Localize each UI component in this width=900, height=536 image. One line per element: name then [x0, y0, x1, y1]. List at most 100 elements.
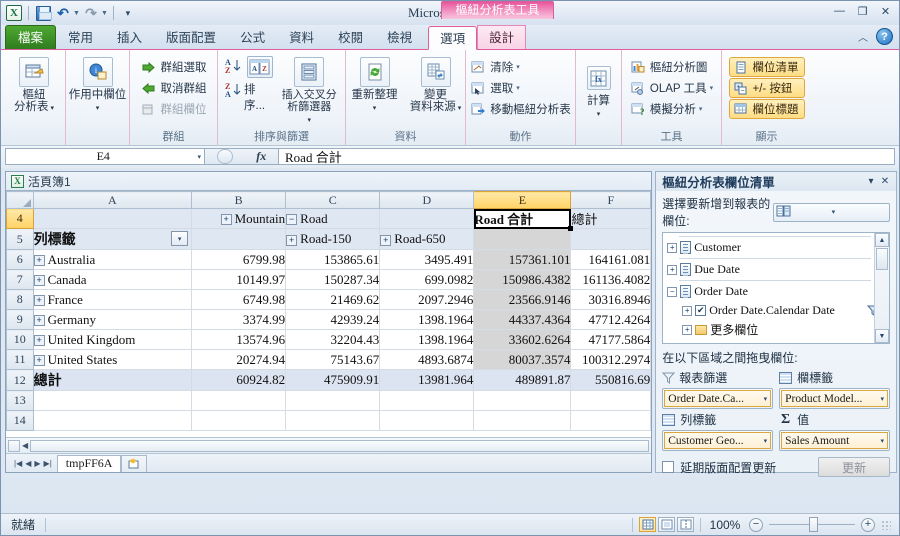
collapse-icon[interactable]: − — [667, 287, 677, 297]
normal-view-icon[interactable] — [639, 517, 656, 532]
tab-insert[interactable]: 插入 — [105, 25, 154, 49]
first-sheet-icon[interactable]: |◀ — [14, 459, 22, 468]
insert-worksheet-icon[interactable] — [121, 455, 147, 472]
cell-f10[interactable]: 47177.5864 — [571, 330, 651, 350]
pivotchart-button[interactable]: 樞紐分析圖 — [630, 57, 713, 77]
sheet-nav-buttons[interactable]: |◀ ◀ ▶ ▶| — [9, 459, 57, 468]
field-pill-order-date[interactable]: Order Date.Ca... ▾ — [664, 390, 771, 407]
cell-f8[interactable]: 30316.8946 — [571, 290, 651, 310]
field-item-customer[interactable]: + Customer — [667, 238, 873, 257]
move-pivottable-button[interactable]: 移動樞紐分析表 — [470, 99, 571, 119]
chevron-down-icon[interactable]: ▾ — [516, 63, 520, 71]
chevron-down-icon[interactable]: ▾ — [699, 105, 703, 113]
field-item-order-date[interactable]: − Order Date — [667, 282, 873, 301]
cell-c7[interactable]: 150287.34 — [286, 270, 380, 290]
expand-icon[interactable]: + — [286, 235, 297, 246]
group-selection-button[interactable]: 群組選取 — [141, 57, 207, 77]
row-header-8[interactable]: 8 — [7, 290, 34, 310]
zoom-level[interactable]: 100% — [707, 518, 743, 532]
column-header-b[interactable]: B — [192, 192, 286, 209]
scroll-left-icon[interactable]: ◀ — [22, 441, 28, 450]
chevron-down-icon[interactable]: ▾ — [830, 208, 887, 216]
cell-e6[interactable]: 157361.101 — [474, 250, 571, 270]
column-header-e[interactable]: E — [474, 192, 571, 209]
cell-f9[interactable]: 47712.4264 — [571, 310, 651, 330]
column-header-f[interactable]: F — [571, 192, 651, 209]
expand-icon[interactable]: + — [380, 235, 391, 246]
column-header-c[interactable]: C — [286, 192, 380, 209]
cell-b13[interactable] — [192, 391, 286, 411]
redo-dropdown-icon[interactable]: ▼ — [101, 10, 108, 17]
cell-e11[interactable]: 80037.3574 — [474, 350, 571, 370]
cell-b14[interactable] — [192, 411, 286, 431]
cell-c12[interactable]: 475909.91 — [286, 370, 380, 391]
field-pill-customer-geo[interactable]: Customer Geo... ▾ — [664, 432, 771, 449]
cell-b4[interactable]: +⊞ MountainMountain — [192, 209, 286, 229]
select-button[interactable]: 選取 ▾ — [470, 78, 571, 98]
cell-e9[interactable]: 44337.4364 — [474, 310, 571, 330]
drop-zone-column-labels[interactable]: Product Model... ▾ — [779, 388, 890, 409]
drop-zone-report-filter[interactable]: Order Date.Ca... ▾ — [662, 388, 773, 409]
undo-dropdown-icon[interactable]: ▼ — [73, 10, 80, 17]
cell-b10[interactable]: 13574.96 — [192, 330, 286, 350]
insert-function-icon[interactable]: fx — [256, 149, 266, 164]
row-header-9[interactable]: 9 — [7, 310, 34, 330]
cell-b11[interactable]: 20274.94 — [192, 350, 286, 370]
formula-input[interactable]: Road 合計 — [279, 148, 895, 165]
cell-b12[interactable]: 60924.82 — [192, 370, 286, 391]
calculations-button[interactable]: fx 計算 ▾ — [579, 60, 619, 121]
row-header-13[interactable]: 13 — [7, 391, 34, 411]
expand-icon[interactable]: + — [221, 214, 232, 225]
cell-c4[interactable]: −Road — [286, 209, 380, 229]
tab-home[interactable]: 常用 — [56, 25, 105, 49]
cell-f11[interactable]: 100312.2974 — [571, 350, 651, 370]
select-all-corner[interactable] — [7, 192, 34, 209]
minimize-button[interactable]: — — [830, 4, 849, 18]
cell-e14[interactable] — [474, 411, 571, 431]
cell-e5[interactable] — [474, 229, 571, 250]
customize-qat-icon[interactable]: ▾ — [119, 4, 137, 22]
scrollbar-thumb[interactable] — [876, 248, 888, 270]
expand-icon[interactable]: + — [667, 243, 677, 253]
cell-c10[interactable]: 32204.43 — [286, 330, 380, 350]
tab-review[interactable]: 校閱 — [326, 25, 375, 49]
cell-a6[interactable]: +Australia — [33, 250, 192, 270]
last-sheet-icon[interactable]: ▶| — [44, 459, 52, 468]
prev-sheet-icon[interactable]: ◀ — [25, 459, 31, 468]
redo-icon[interactable]: ↷ — [82, 4, 100, 22]
close-button[interactable]: ✕ — [876, 4, 895, 18]
cell-a5[interactable]: 列標籤 ▾ — [33, 229, 192, 250]
insert-slicer-button[interactable]: 插入交叉分析篩選器 ▾ — [277, 54, 341, 127]
tab-page-layout[interactable]: 版面配置 — [154, 25, 228, 49]
page-break-view-icon[interactable] — [677, 517, 694, 532]
cell-e12[interactable]: 489891.87 — [474, 370, 571, 391]
expand-icon[interactable]: + — [34, 335, 45, 346]
cell-d6[interactable]: 3495.491 — [380, 250, 474, 270]
cell-a14[interactable] — [33, 411, 192, 431]
sort-dialog-label[interactable]: 排序... — [244, 81, 275, 113]
zoom-out-button[interactable]: − — [749, 518, 763, 532]
row-header-14[interactable]: 14 — [7, 411, 34, 431]
cell-d11[interactable]: 4893.6874 — [380, 350, 474, 370]
defer-layout-update-checkbox[interactable] — [662, 461, 674, 473]
row-header-11[interactable]: 11 — [7, 350, 34, 370]
cell-e8[interactable]: 23566.9146 — [474, 290, 571, 310]
expand-icon[interactable]: + — [34, 275, 45, 286]
cell-e13[interactable] — [474, 391, 571, 411]
cell-d12[interactable]: 13981.964 — [380, 370, 474, 391]
name-box[interactable]: E4 ▾ — [5, 148, 205, 165]
pivottable-button[interactable]: 樞紐 分析表 ▾ — [5, 54, 63, 115]
restore-button[interactable]: ❐ — [853, 4, 872, 18]
cell-f4[interactable]: 總計 — [571, 209, 651, 229]
tab-view[interactable]: 檢視 — [375, 25, 424, 49]
row-header-6[interactable]: 6 — [7, 250, 34, 270]
cell-c6[interactable]: 153865.61 — [286, 250, 380, 270]
field-list-toggle[interactable]: 欄位清單 — [729, 57, 805, 77]
save-icon[interactable] — [34, 4, 52, 22]
cell-d7[interactable]: 699.0982 — [380, 270, 474, 290]
resize-grip[interactable] — [881, 520, 891, 530]
chevron-down-icon[interactable]: ▾ — [516, 84, 520, 92]
cell-a7[interactable]: +Canada — [33, 270, 192, 290]
cell-f7[interactable]: 161136.4082 — [571, 270, 651, 290]
pane-minimize-icon[interactable]: ▾ — [864, 175, 878, 189]
